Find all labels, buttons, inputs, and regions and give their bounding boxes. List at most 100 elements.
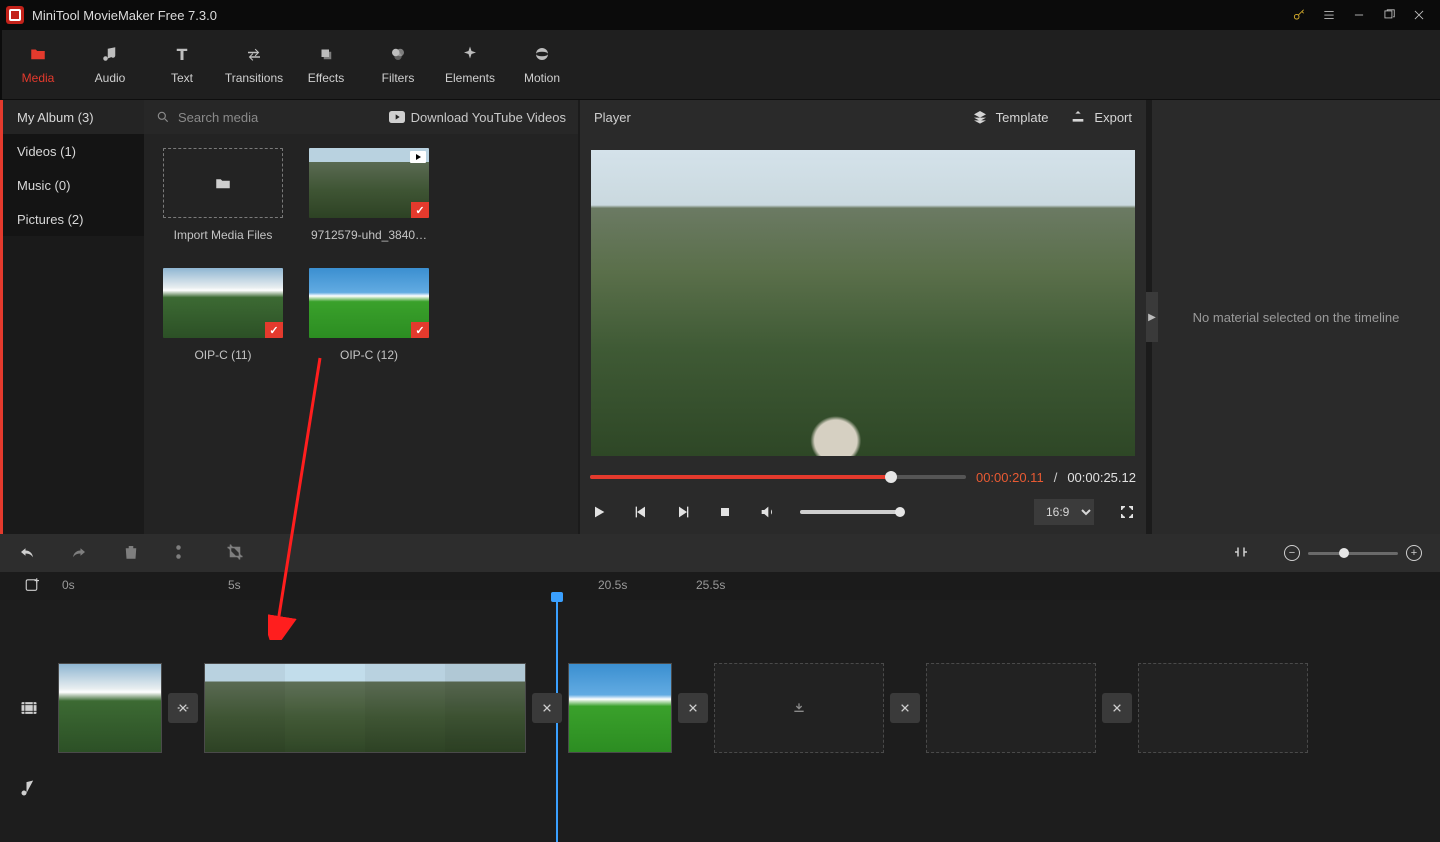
app-logo <box>6 6 24 24</box>
player-panel: Player Template Export 00:00:20.11 / 00:… <box>580 100 1146 534</box>
workspace: My Album (3) Videos (1) Music (0) Pictur… <box>0 100 1440 534</box>
license-key-icon[interactable] <box>1284 0 1314 30</box>
next-frame-button[interactable] <box>674 503 692 521</box>
audio-track-content[interactable] <box>58 758 1440 818</box>
panel-collapse-handle[interactable]: ▶ <box>1146 292 1158 342</box>
used-check-icon: ✓ <box>411 202 429 218</box>
fullscreen-icon[interactable] <box>1118 503 1136 521</box>
player-title: Player <box>594 110 631 125</box>
layers-icon <box>315 45 337 63</box>
zoom-knob[interactable] <box>1339 548 1349 558</box>
seek-track[interactable] <box>590 475 966 479</box>
import-media-button[interactable]: Import Media Files <box>158 148 288 242</box>
tab-label: Filters <box>382 71 415 85</box>
app-title: MiniTool MovieMaker Free 7.3.0 <box>32 8 217 23</box>
zoom-control: − + <box>1284 545 1422 561</box>
redo-button[interactable] <box>70 543 88 564</box>
folder-icon <box>27 45 49 63</box>
volume-knob[interactable] <box>895 507 905 517</box>
minimize-icon[interactable] <box>1344 0 1374 30</box>
timeline-clip[interactable] <box>204 663 526 753</box>
split-button[interactable] <box>174 543 192 564</box>
music-note-icon <box>99 45 121 63</box>
transition-slot[interactable] <box>1102 693 1132 723</box>
media-grid: Import Media Files ✓ 9712579-uhd_3840… ✓… <box>144 134 578 376</box>
search-icon <box>156 110 170 124</box>
undo-button[interactable] <box>18 543 36 564</box>
media-item[interactable]: ✓ OIP-C (12) <box>304 268 434 362</box>
inspector-panel: ▶ No material selected on the timeline <box>1152 100 1440 534</box>
menu-icon[interactable] <box>1314 0 1344 30</box>
zoom-slider[interactable] <box>1308 552 1398 555</box>
ruler-mark: 20.5s <box>598 578 627 592</box>
time-duration: 00:00:25.12 <box>1067 470 1136 485</box>
titlebar: MiniTool MovieMaker Free 7.3.0 <box>0 0 1440 30</box>
category-pictures[interactable]: Pictures (2) <box>3 202 144 236</box>
media-thumbnail[interactable]: ✓ <box>309 268 429 338</box>
media-item[interactable]: ✓ 9712579-uhd_3840… <box>304 148 434 242</box>
preview-frame[interactable] <box>591 150 1135 456</box>
stop-button[interactable] <box>716 503 734 521</box>
youtube-icon <box>389 111 405 123</box>
delete-button[interactable] <box>122 543 140 564</box>
category-music[interactable]: Music (0) <box>3 168 144 202</box>
maximize-icon[interactable] <box>1374 0 1404 30</box>
search-input[interactable] <box>178 110 354 125</box>
timeline-ruler[interactable]: 0s 5s 20.5s 25.5s <box>0 572 1440 600</box>
play-button[interactable] <box>590 503 608 521</box>
player-header: Player Template Export <box>580 100 1146 134</box>
audio-track <box>0 758 1440 818</box>
preview-area <box>580 134 1146 464</box>
tab-elements[interactable]: Elements <box>434 30 506 99</box>
media-item[interactable]: ✓ OIP-C (11) <box>158 268 288 362</box>
empty-clip-slot[interactable] <box>714 663 884 753</box>
tab-text[interactable]: Text <box>146 30 218 99</box>
volume-slider[interactable] <box>800 510 900 514</box>
transition-slot[interactable] <box>678 693 708 723</box>
add-track-button[interactable] <box>24 576 44 596</box>
sparkle-icon <box>459 45 481 63</box>
media-toolbar: Download YouTube Videos <box>144 100 578 134</box>
tab-audio[interactable]: Audio <box>74 30 146 99</box>
tab-motion[interactable]: Motion <box>506 30 578 99</box>
media-thumbnail[interactable]: ✓ <box>163 268 283 338</box>
zoom-out-button[interactable]: − <box>1284 545 1300 561</box>
ruler-mark: 5s <box>228 578 241 592</box>
fit-timeline-icon[interactable] <box>1232 543 1250 564</box>
category-videos[interactable]: Videos (1) <box>3 134 144 168</box>
media-thumbnail[interactable]: ✓ <box>309 148 429 218</box>
empty-clip-slot[interactable] <box>926 663 1096 753</box>
tab-label: Text <box>171 71 193 85</box>
import-dropzone[interactable] <box>163 148 283 218</box>
aspect-select[interactable]: 16:9 <box>1034 499 1094 525</box>
crop-button[interactable] <box>226 543 244 564</box>
close-icon[interactable] <box>1404 0 1434 30</box>
tab-effects[interactable]: Effects <box>290 30 362 99</box>
tab-transitions[interactable]: Transitions <box>218 30 290 99</box>
category-my-album[interactable]: My Album (3) <box>3 100 144 134</box>
timeline-clip[interactable] <box>58 663 162 753</box>
transition-slot[interactable] <box>532 693 562 723</box>
tab-label: Elements <box>445 71 495 85</box>
tab-filters[interactable]: Filters <box>362 30 434 99</box>
tab-label: Audio <box>95 71 126 85</box>
download-youtube-button[interactable]: Download YouTube Videos <box>389 110 566 125</box>
timeline-clip[interactable] <box>568 663 672 753</box>
seek-knob[interactable] <box>885 471 897 483</box>
transition-slot[interactable] <box>890 693 920 723</box>
export-button[interactable]: Export <box>1070 109 1132 125</box>
zoom-in-button[interactable]: + <box>1406 545 1422 561</box>
volume-icon[interactable] <box>758 503 776 521</box>
prev-frame-button[interactable] <box>632 503 650 521</box>
empty-clip-slot[interactable] <box>1138 663 1308 753</box>
media-panel: Download YouTube Videos Import Media Fil… <box>144 100 578 534</box>
video-badge-icon <box>410 151 426 163</box>
time-separator: / <box>1054 470 1058 485</box>
used-check-icon: ✓ <box>411 322 429 338</box>
tab-media[interactable]: Media <box>2 30 74 99</box>
video-track-content[interactable] <box>58 658 1440 758</box>
media-categories: My Album (3) Videos (1) Music (0) Pictur… <box>0 100 144 534</box>
template-button[interactable]: Template <box>972 109 1049 125</box>
export-icon <box>1070 109 1086 125</box>
transition-slot[interactable] <box>168 693 198 723</box>
